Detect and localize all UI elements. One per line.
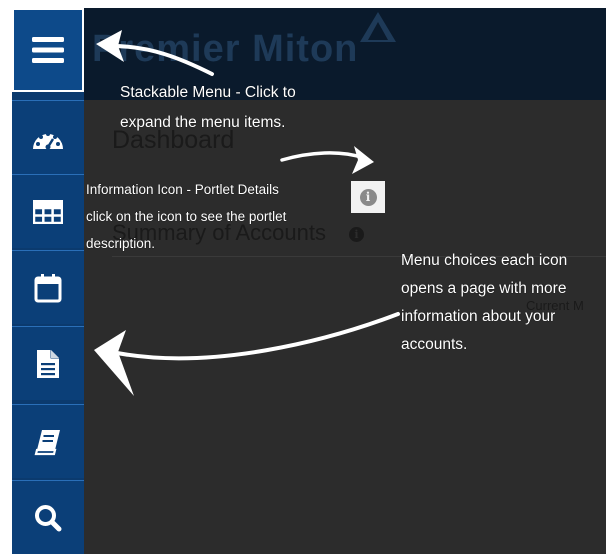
stackable-menu-button[interactable] (12, 8, 84, 92)
table-grid-icon (33, 199, 63, 224)
annotation-line: expand the menu items. (120, 114, 286, 131)
sidebar-item-dashboard[interactable] (12, 100, 84, 174)
info-icon-highlight[interactable]: i (351, 181, 385, 213)
brand-logo-text: Premier Miton (92, 28, 359, 70)
annotation-line: click on the icon to see the portlet (86, 209, 287, 224)
annotation-line: opens a page with more (401, 280, 567, 297)
annotation-line: information about your (401, 308, 556, 325)
sidebar-item-library[interactable] (12, 404, 84, 478)
annotation-information-icon: Information Icon - Portlet Details click… (86, 176, 356, 257)
annotation-menu-choices: Menu choices each icon opens a page with… (401, 247, 606, 359)
book-icon (34, 429, 60, 455)
annotation-line: Menu choices each icon (401, 252, 568, 269)
sidebar-item-calendar[interactable] (12, 250, 84, 324)
annotation-stackable-menu: Stackable Menu - Click to expand the men… (120, 78, 380, 138)
brand-logo-mark-icon (358, 10, 398, 49)
search-icon (35, 504, 62, 531)
hamburger-menu-icon (32, 37, 64, 63)
sidebar-item-documents[interactable] (12, 326, 84, 400)
info-icon[interactable]: i (359, 188, 377, 206)
calendar-icon (34, 273, 62, 302)
annotation-line: Information Icon - Portlet Details (86, 182, 279, 197)
screenshot-frame: Premier Miton Dashboard Summary of Accou… (0, 0, 606, 554)
annotation-line: accounts. (401, 336, 468, 353)
annotation-line: Stackable Menu - Click to (120, 84, 296, 101)
sidebar-item-search[interactable] (12, 480, 84, 554)
annotation-line: description. (86, 236, 156, 251)
dashboard-gauge-icon (33, 131, 63, 149)
sidebar-item-accounts-table[interactable] (12, 174, 84, 248)
document-icon (37, 349, 59, 378)
